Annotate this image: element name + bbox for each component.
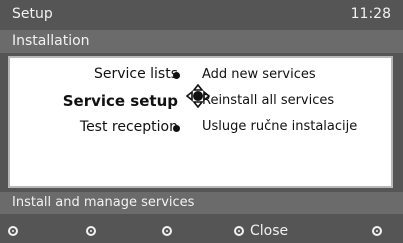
color-key-bar: Close [0,218,403,243]
hint-bar: Install and manage services [0,192,403,214]
menu-title: Setup [12,6,53,22]
color-key-1[interactable] [8,222,18,240]
close-button[interactable]: Close [234,222,288,240]
color-key-2[interactable] [86,222,96,240]
clock: 11:28 [350,6,391,22]
circle-icon [234,226,244,236]
menu-item-service-setup[interactable]: Service setup [63,92,178,110]
option-add-new-services[interactable]: Add new services [202,67,316,82]
subheader-bar: Installation [0,30,403,53]
bullet-icon [173,72,180,79]
menu-panel: Service lists Service setup Test recepti… [8,56,393,188]
circle-icon [372,226,382,236]
right-menu: Add new services Reinstall all services … [202,58,392,186]
left-menu: Service lists Service setup Test recepti… [10,58,190,186]
hint-text: Install and manage services [12,195,195,210]
color-key-3[interactable] [162,222,172,240]
circle-icon [8,226,18,236]
tv-screen: Setup 11:28 Installation Service lists S… [0,0,403,243]
bullet-icon [173,125,180,132]
menu-item-service-lists[interactable]: Service lists [94,66,178,82]
section-title: Installation [12,33,90,49]
option-reinstall-all-services[interactable]: Reinstall all services [202,93,334,108]
close-label: Close [250,223,289,239]
menu-item-test-reception[interactable]: Test reception [80,119,178,135]
circle-icon [86,226,96,236]
color-key-5[interactable] [372,222,382,240]
circle-icon [162,226,172,236]
option-manual-installation[interactable]: Usluge ručne instalacije [202,119,357,134]
header-bar: Setup 11:28 [0,0,403,30]
